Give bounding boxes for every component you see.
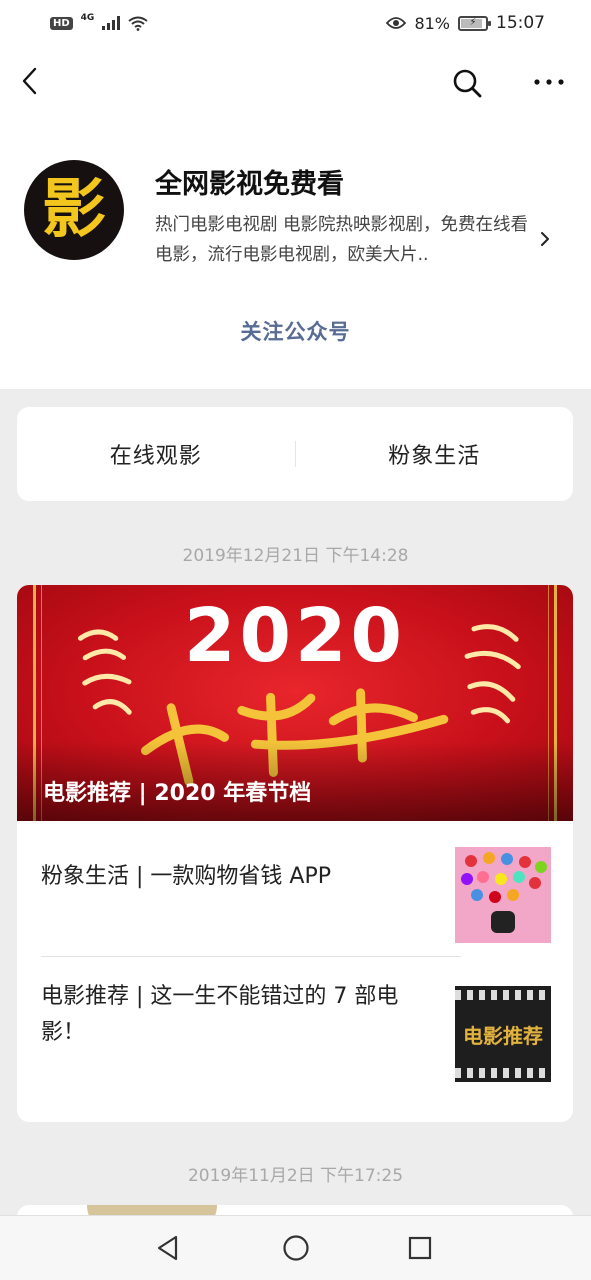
film-strip-bottom bbox=[455, 1068, 551, 1078]
top-nav-bar bbox=[0, 46, 591, 118]
hd-badge: HD bbox=[50, 16, 73, 30]
network-label: 4G bbox=[80, 13, 95, 23]
search-icon[interactable] bbox=[450, 66, 484, 100]
battery-percent: 81% bbox=[414, 13, 450, 33]
menu-item-online-movies[interactable]: 在线观影 bbox=[17, 438, 295, 470]
sub-article-thumbnail[interactable] bbox=[455, 847, 551, 943]
status-left: HD 4G bbox=[50, 13, 148, 31]
sub-article-title[interactable]: 粉象生活 | 一款购物省钱 APP bbox=[41, 859, 431, 895]
system-navigation-bar bbox=[0, 1215, 591, 1280]
signal-icon bbox=[102, 16, 121, 30]
home-circle-icon[interactable] bbox=[282, 1234, 310, 1262]
article-card: 2020 电影推荐 | 2020 年春节档 粉象生活 | 一款购物省钱 APP bbox=[17, 585, 573, 1122]
message-date: 2019年12月21日 下午14:28 bbox=[182, 546, 409, 566]
sub-article[interactable]: 粉象生活 | 一款购物省钱 APP bbox=[41, 847, 551, 943]
cover-year: 2020 bbox=[184, 593, 406, 679]
account-description[interactable]: 热门电影电视剧 电影院热映影视剧，免费在线看电影，流行电影电视剧，欧美大片.. bbox=[155, 210, 535, 270]
clock: 15:07 bbox=[496, 13, 545, 33]
follow-button[interactable]: 关注公众号 bbox=[0, 316, 591, 346]
film-strip-top bbox=[455, 990, 551, 1000]
sub-article-thumbnail[interactable]: 电影推荐 bbox=[455, 986, 551, 1082]
status-right: 81% ⚡ 15:07 bbox=[386, 13, 545, 33]
nav-back-triangle-icon[interactable] bbox=[154, 1234, 182, 1262]
back-icon[interactable] bbox=[16, 66, 46, 96]
account-profile: 影 全网影视免费看 热门电影电视剧 电影院热映影视剧，免费在线看电影，流行电影电… bbox=[0, 118, 591, 389]
more-icon[interactable] bbox=[532, 70, 566, 94]
account-name: 全网影视免费看 bbox=[155, 169, 344, 200]
sub-article[interactable]: 电影推荐 | 这一生不能错过的 7 部电影！ 电影推荐 bbox=[41, 983, 551, 1082]
account-menu: 在线观影 粉象生活 bbox=[17, 407, 573, 501]
avatar[interactable]: 影 bbox=[24, 160, 124, 260]
sub-article-title[interactable]: 电影推荐 | 这一生不能错过的 7 部电影！ bbox=[41, 979, 431, 1051]
sub-article-divider bbox=[41, 956, 461, 957]
article-cover[interactable]: 2020 电影推荐 | 2020 年春节档 bbox=[17, 585, 573, 821]
status-bar: HD 4G 81% ⚡ 15:07 bbox=[0, 0, 591, 46]
avatar-logo: 影 bbox=[42, 172, 106, 247]
battery-icon: ⚡ bbox=[458, 15, 491, 31]
thumbnail-text: 电影推荐 bbox=[463, 1023, 543, 1048]
eye-icon bbox=[386, 17, 407, 29]
menu-item-fenxiang[interactable]: 粉象生活 bbox=[296, 438, 574, 470]
cover-title[interactable]: 电影推荐 | 2020 年春节档 bbox=[43, 775, 311, 807]
chevron-right-icon[interactable] bbox=[536, 228, 554, 250]
wifi-icon bbox=[128, 16, 148, 31]
recent-apps-square-icon[interactable] bbox=[408, 1236, 432, 1260]
message-date: 2019年11月2日 下午17:25 bbox=[187, 1166, 404, 1186]
